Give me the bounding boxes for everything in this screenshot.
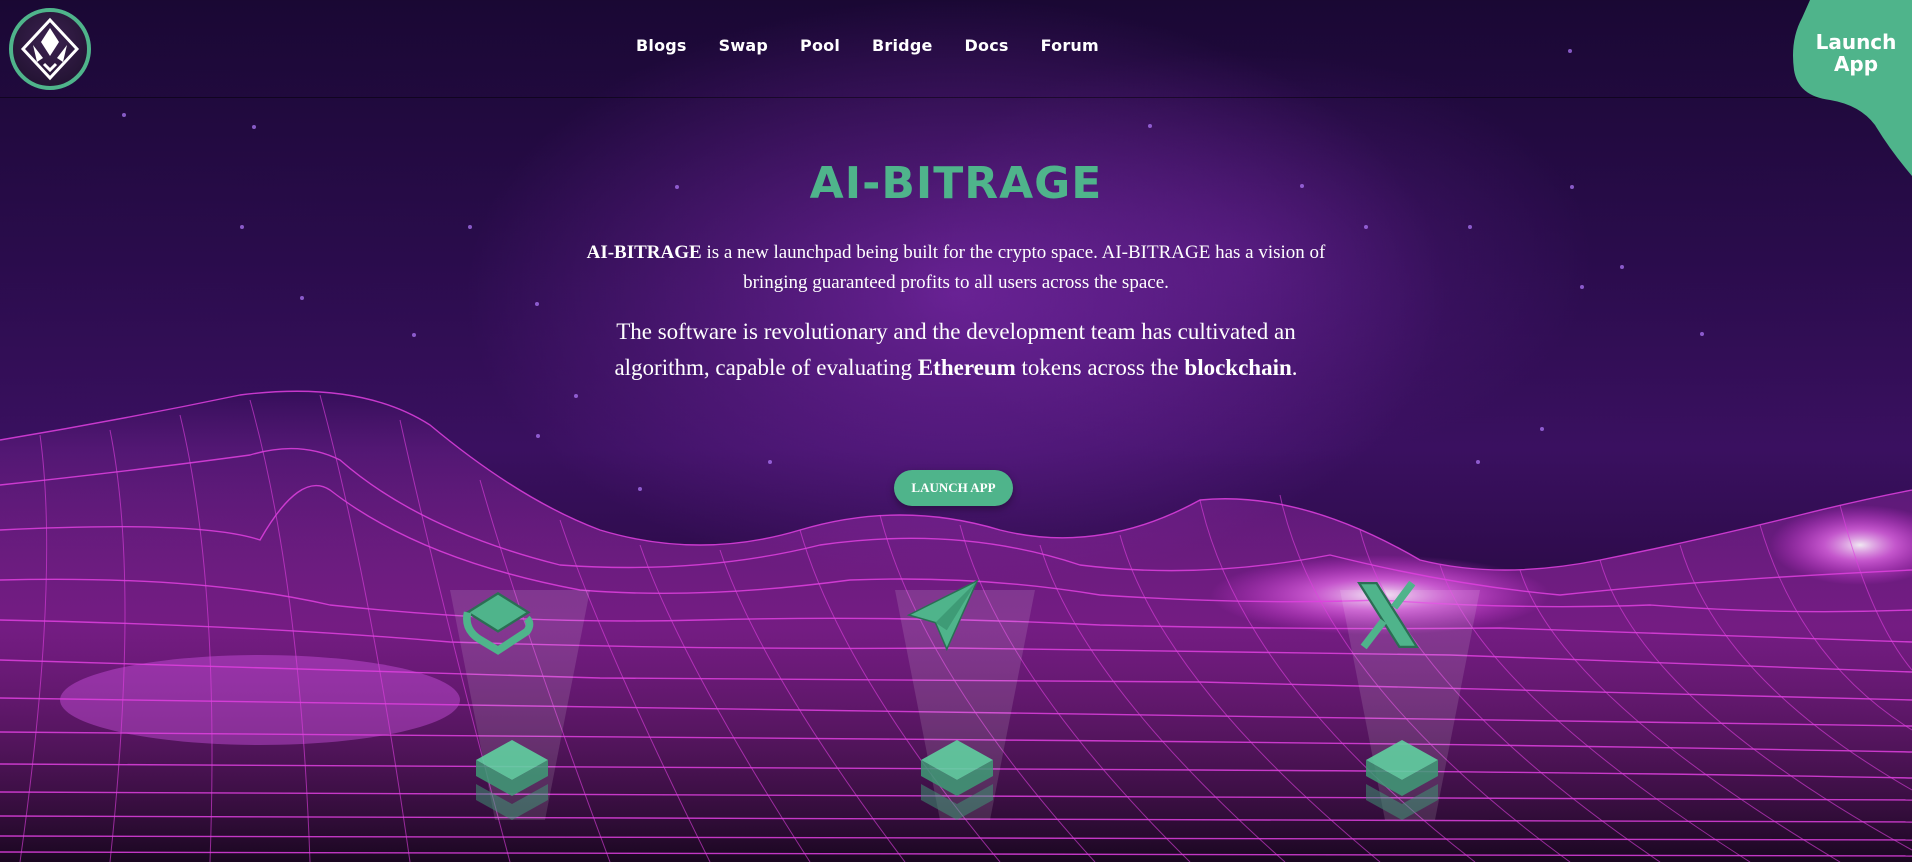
launch-app-button[interactable]: LAUNCH APP [894,470,1013,506]
hero-detail-text-c: . [1291,355,1298,380]
nav-swap[interactable]: Swap [719,36,768,55]
pedestal-icon [1366,740,1438,820]
gitbook-icon [463,592,534,655]
social-x[interactable] [1340,570,1480,862]
nav-blogs[interactable]: Blogs [636,36,687,55]
hero-intro-text: is a new launchpad being built for the c… [701,242,1326,293]
site-header: Blogs Swap Pool Bridge Docs Forum [0,0,1912,98]
x-twitter-icon [1357,580,1419,650]
pedestal-icon [476,740,548,820]
social-telegram[interactable] [895,570,1035,862]
hero-detail-bold-blockchain: blockchain [1184,355,1292,380]
pedestal-icon [921,740,993,820]
corner-launch-line1: Launch [1815,30,1897,54]
nav-forum[interactable]: Forum [1041,36,1099,55]
hero-detail-text-b: tokens across the [1015,355,1185,380]
telegram-icon [906,579,979,652]
social-gitbook[interactable] [450,570,590,862]
hero-title: AI-BITRAGE [809,158,1103,209]
corner-launch-line2: App [1833,52,1879,76]
site-logo[interactable] [9,8,91,90]
corner-blob-shape [1793,0,1912,176]
hero-detail-bold-ethereum: Ethereum [917,355,1016,380]
diamond-crest-logo-icon [20,17,80,81]
corner-launch-app-button[interactable]: Launch App [1790,0,1912,176]
hero-detail-paragraph: The software is revolutionary and the de… [600,314,1312,386]
corner-launch-app-label: Launch App [1808,31,1904,75]
hero-intro-paragraph: AI-BITRAGE is a new launchpad being buil… [586,238,1326,298]
nav-docs[interactable]: Docs [965,36,1009,55]
nav-pool[interactable]: Pool [800,36,840,55]
main-nav: Blogs Swap Pool Bridge Docs Forum [636,36,1131,55]
hero-intro-bold: AI-BITRAGE [586,242,702,263]
nav-bridge[interactable]: Bridge [872,36,933,55]
